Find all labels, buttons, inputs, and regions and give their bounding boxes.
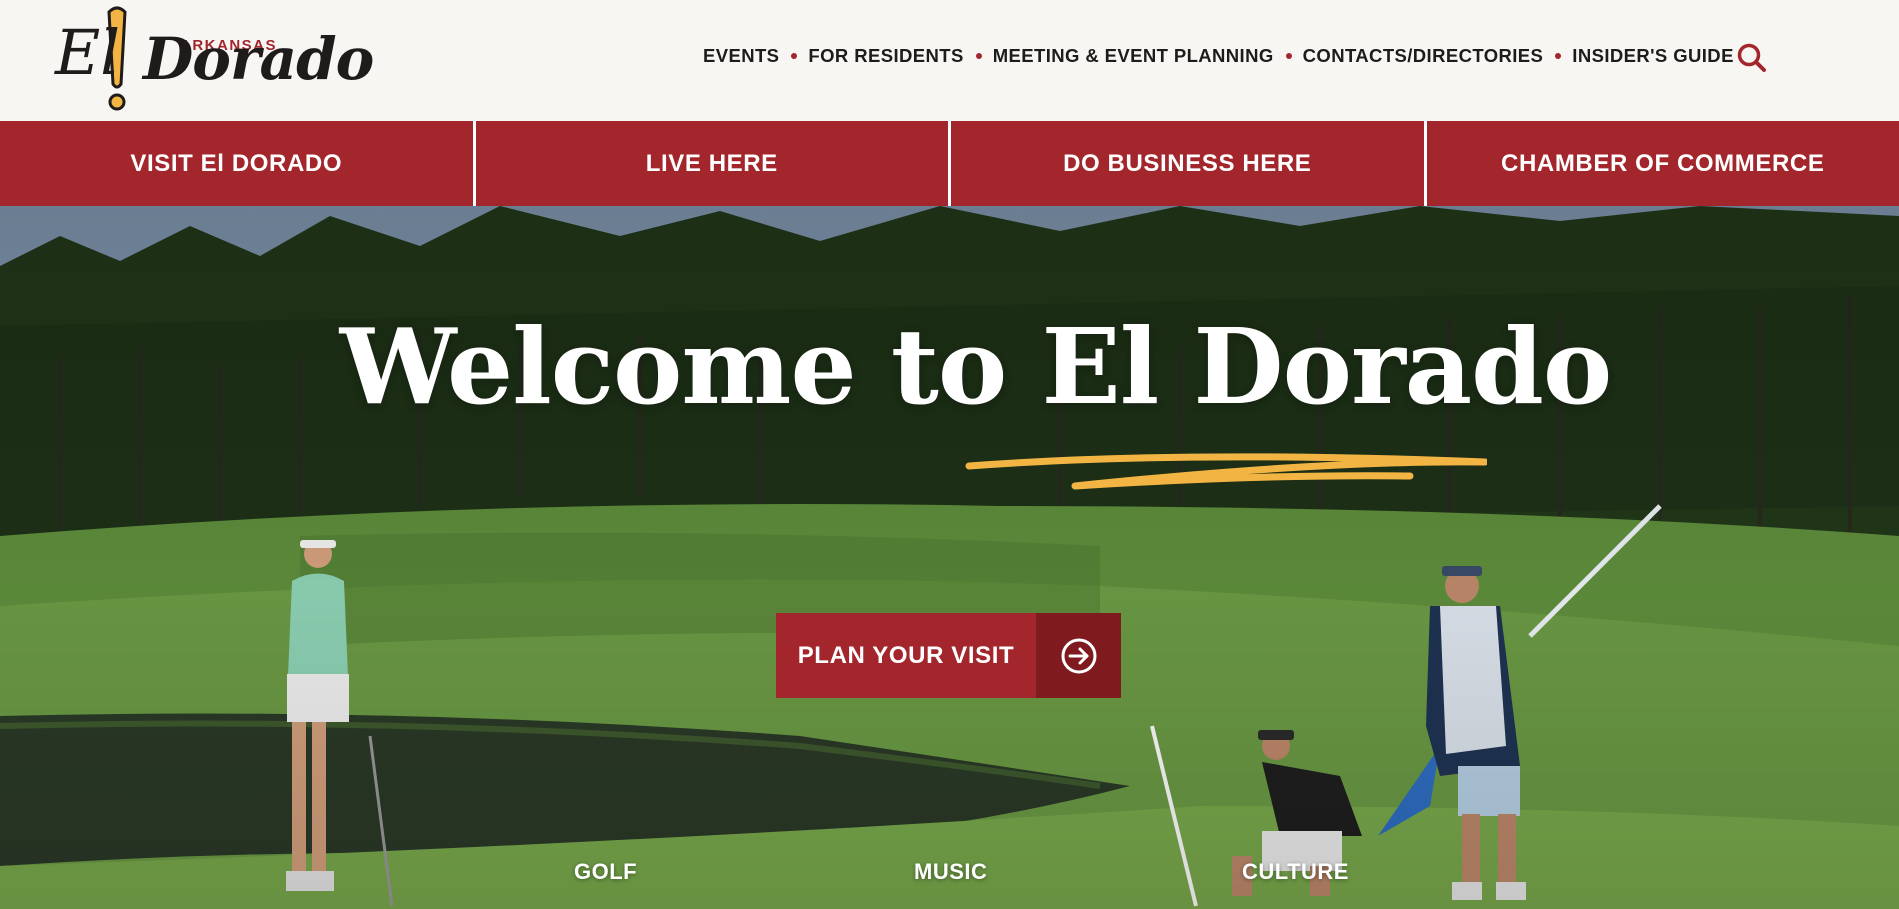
topnav-item-events[interactable]: EVENTS	[703, 45, 779, 67]
plan-your-visit-button[interactable]: PLAN YOUR VISIT	[776, 613, 1121, 698]
site-header: ARKANSAS El Dorado EVENTS FOR RESIDENTS …	[0, 0, 1899, 121]
topnav-item-insiders-guide[interactable]: INSIDER'S GUIDE	[1572, 45, 1734, 67]
category-culture[interactable]: CULTURE	[1242, 859, 1349, 885]
nav-separator-dot	[1555, 53, 1562, 59]
nav-separator-dot	[1285, 53, 1292, 59]
mainnav-item-do-business[interactable]: DO BUSINESS HERE	[948, 121, 1424, 206]
utility-nav: EVENTS FOR RESIDENTS MEETING & EVENT PLA…	[703, 45, 1734, 67]
topnav-item-meeting-event-planning[interactable]: MEETING & EVENT PLANNING	[993, 45, 1274, 67]
mainnav-item-live-here[interactable]: LIVE HERE	[472, 121, 949, 206]
decorative-underline-stroke	[965, 453, 1487, 490]
arrow-right-circle-icon	[1036, 613, 1121, 698]
nav-separator-dot	[975, 53, 982, 59]
logo-el-text: El	[55, 16, 121, 89]
nav-separator-dot	[791, 53, 798, 59]
category-music[interactable]: MUSIC	[914, 859, 987, 885]
category-golf[interactable]: GOLF	[574, 859, 637, 885]
main-nav: VISIT El DORADO LIVE HERE DO BUSINESS HE…	[0, 121, 1899, 206]
mainnav-item-visit[interactable]: VISIT El DORADO	[0, 121, 473, 206]
topnav-item-for-residents[interactable]: FOR RESIDENTS	[808, 45, 963, 67]
logo-dorado-text: Dorado	[143, 25, 374, 93]
hero-section: Welcome to El Dorado PLAN YOUR VISIT GOL…	[0, 206, 1899, 909]
plan-your-visit-label: PLAN YOUR VISIT	[776, 613, 1036, 698]
search-button[interactable]	[1736, 42, 1768, 74]
el-dorado-logo[interactable]: ARKANSAS El Dorado	[55, 4, 374, 114]
hero-title: Welcome to El Dorado	[339, 305, 1613, 428]
mainnav-item-chamber-of-commerce[interactable]: CHAMBER OF COMMERCE	[1423, 121, 1899, 206]
search-icon	[1737, 43, 1766, 72]
topnav-item-contacts-directories[interactable]: CONTACTS/DIRECTORIES	[1303, 45, 1544, 67]
